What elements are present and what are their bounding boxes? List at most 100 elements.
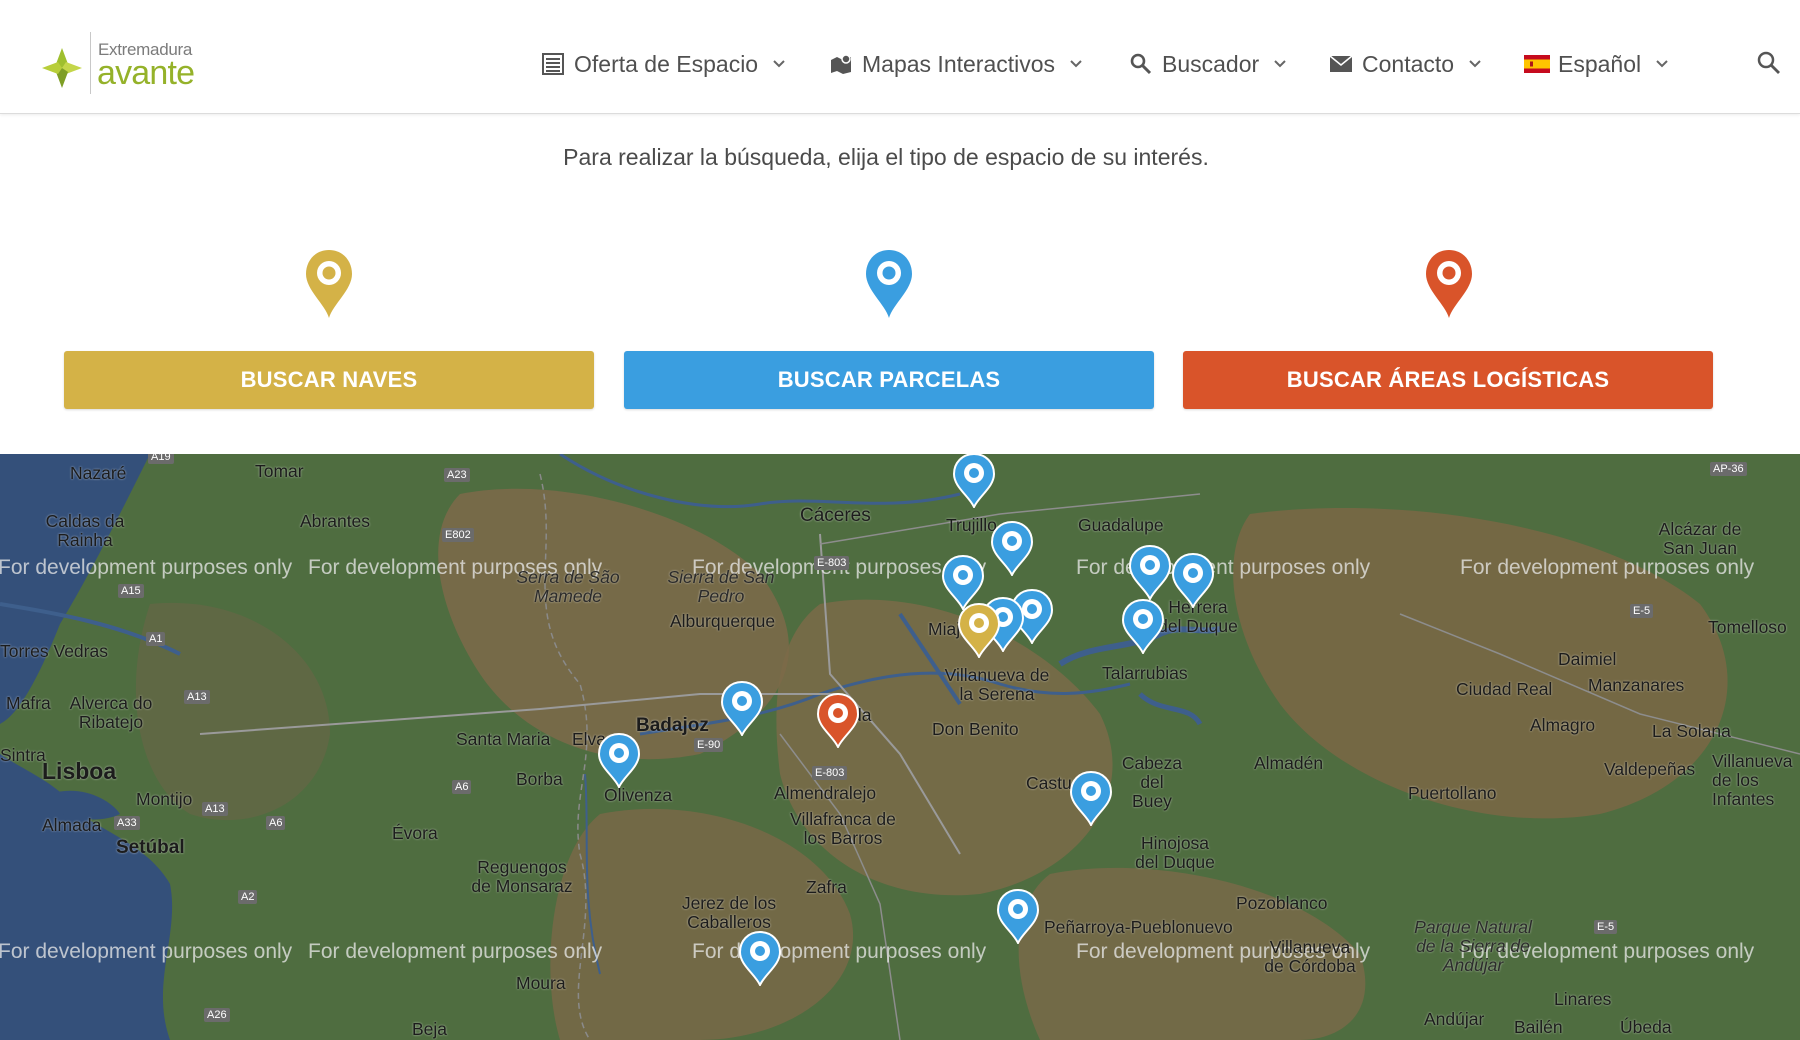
road-label: A6 [266, 816, 286, 830]
map-label: Pozoblanco [1236, 893, 1328, 913]
parcela-map-pin[interactable] [995, 888, 1041, 944]
buscar-naves-button[interactable]: BUSCAR NAVES [64, 351, 594, 409]
parcela-map-pin[interactable] [1127, 544, 1173, 600]
nav-label: Buscador [1162, 50, 1260, 77]
nave-map-pin[interactable] [956, 602, 1002, 658]
spain-flag-icon [1524, 51, 1550, 77]
search-icon [1757, 51, 1780, 74]
parcela-map-pin[interactable] [719, 680, 765, 736]
map-label: Almendralejo [774, 783, 877, 803]
map-label: Caldas da Rainha [45, 511, 125, 550]
nav-label: Mapas Interactivos [862, 50, 1056, 77]
map-label: Peñarroya-Pueblonuevo [1044, 917, 1233, 937]
map-label: Santa Maria [456, 729, 551, 749]
nav-contacto[interactable]: Contacto [1328, 44, 1482, 84]
road-label: A2 [238, 890, 258, 904]
map-label: Daimiel [1558, 649, 1617, 669]
site-header: Extremadura avante Oferta de Espacio Map… [0, 0, 1800, 114]
buscar-parcelas-button[interactable]: BUSCAR PARCELAS [624, 351, 1154, 409]
map-icon [828, 51, 854, 77]
nav-idioma[interactable]: Español [1524, 44, 1669, 84]
nav-mapas-interactivos[interactable]: Mapas Interactivos [828, 44, 1083, 84]
dev-watermark: For development purposes only [1460, 556, 1755, 579]
map-label: Reguengos de Monsaraz [471, 857, 573, 896]
road-label: E-90 [694, 738, 724, 752]
parcela-map-pin[interactable] [1120, 598, 1166, 654]
map-label: Hinojosa del Duque [1135, 833, 1215, 872]
map-label: Beja [412, 1019, 448, 1039]
map-label: Valdepeñas [1604, 759, 1696, 779]
nave-pin-icon [306, 250, 352, 318]
map-label: La Solana [1652, 721, 1731, 741]
dev-watermark: For development purposes only [1076, 556, 1371, 579]
mail-icon [1328, 51, 1354, 77]
search-icon [1128, 51, 1154, 77]
map-label: Guadalupe [1078, 515, 1164, 535]
map-label: Almada [42, 815, 102, 835]
road-label: E-5 [1594, 920, 1618, 934]
map-label: Talarrubias [1102, 663, 1188, 683]
map-label: Nazaré [70, 463, 127, 483]
nav-label: Contacto [1362, 50, 1455, 77]
map-label: Cabeza del Buey [1121, 753, 1183, 811]
map-label: Olivenza [604, 785, 673, 805]
map-label: Alverca do Ribatejo [69, 693, 153, 732]
map-label: Abrantes [300, 511, 371, 531]
road-label: A13 [184, 690, 210, 704]
map-label: Puertollano [1408, 783, 1497, 803]
chevron-down-icon [1655, 57, 1669, 71]
road-label: AP-36 [1710, 462, 1747, 476]
map-label: Lisboa [42, 758, 117, 784]
road-label: A15 [118, 584, 144, 598]
chevron-down-icon [1069, 57, 1083, 71]
map-label: Almadén [1254, 753, 1324, 773]
map-label: Bailén [1514, 1017, 1563, 1037]
map-label: Villanueva de los Infantes [1712, 751, 1793, 809]
road-label: A33 [114, 816, 140, 830]
map-label: Villanueva de Córdoba [1264, 937, 1356, 976]
dev-watermark: For development purposes only [308, 940, 603, 963]
map-label: Tomar [255, 461, 304, 481]
map-label: Almagro [1530, 715, 1596, 735]
buscar-areas-logisticas-button[interactable]: BUSCAR ÁREAS LOGÍSTICAS [1183, 351, 1713, 409]
map-label: Cáceres [800, 505, 871, 526]
parcela-map-pin[interactable] [737, 930, 783, 986]
parcela-map-pin[interactable] [596, 732, 642, 788]
parcela-map-pin[interactable] [989, 520, 1035, 576]
header-search-button[interactable] [1756, 50, 1786, 80]
nav-oferta-de-espacio[interactable]: Oferta de Espacio [540, 44, 786, 84]
map-label: Manzanares [1588, 675, 1685, 695]
road-label: E-5 [1630, 604, 1654, 618]
road-label: A1 [146, 632, 166, 646]
brand-logo[interactable]: Extremadura avante [38, 30, 208, 98]
chevron-down-icon [772, 57, 786, 71]
map-label: Alcázar de San Juan [1658, 519, 1742, 558]
intro-text: Para realizar la búsqueda, elija el tipo… [563, 144, 1209, 170]
list-icon [540, 51, 566, 77]
map-label: Parque Natural de la Sierra de Andújar [1414, 917, 1532, 975]
map-label: Serra de São Mamede [516, 567, 620, 606]
area-map-pin[interactable] [815, 692, 861, 748]
parcela-map-pin[interactable] [1170, 552, 1216, 608]
nav-buscador[interactable]: Buscador [1128, 44, 1287, 84]
map-label: Montijo [136, 789, 193, 809]
parcela-map-pin[interactable] [1068, 770, 1114, 826]
logo-divider [90, 32, 91, 94]
nav-label: Español [1558, 50, 1642, 77]
logo-star-icon [42, 48, 82, 88]
area-logistica-pin-icon [1426, 250, 1472, 318]
interactive-map[interactable]: For development purposes only For develo… [0, 454, 1800, 1040]
map-label: Linares [1554, 989, 1612, 1009]
map-label: Zafra [806, 877, 847, 897]
parcela-map-pin[interactable] [951, 454, 997, 508]
road-label: E802 [442, 528, 474, 542]
chevron-down-icon [1468, 57, 1482, 71]
map-label: Torres Vedras [0, 641, 108, 661]
brand-line2: avante [97, 54, 195, 92]
map-label: Moura [516, 973, 566, 993]
road-label: E-803 [814, 556, 850, 570]
road-label: E-803 [812, 766, 848, 780]
parcela-pin-icon [866, 250, 912, 318]
dev-watermark: For development purposes only [0, 940, 293, 963]
map-label: Tomelloso [1708, 617, 1787, 637]
